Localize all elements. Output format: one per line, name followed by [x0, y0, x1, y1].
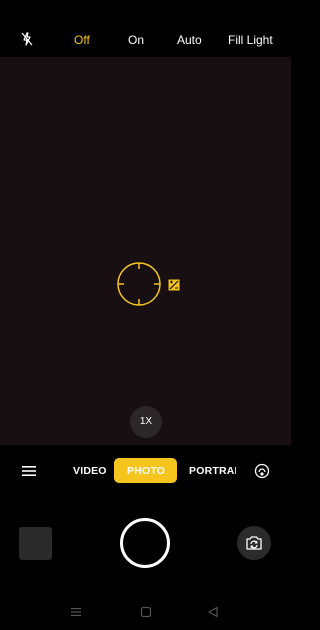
- zoom-button[interactable]: 1X: [130, 406, 162, 438]
- home-icon[interactable]: [139, 605, 153, 619]
- menu-icon[interactable]: [22, 465, 36, 477]
- flash-option-auto[interactable]: Auto: [177, 33, 202, 47]
- recent-apps-icon[interactable]: [69, 605, 83, 619]
- focus-ring-icon: [117, 262, 161, 306]
- exposure-icon[interactable]: [168, 279, 180, 291]
- flash-option-fill-light[interactable]: Fill Light: [228, 33, 273, 47]
- flash-bar: [0, 0, 291, 57]
- flash-option-off[interactable]: Off: [74, 33, 90, 47]
- switch-camera-button[interactable]: [237, 526, 271, 560]
- mode-photo[interactable]: PHOTO: [127, 465, 165, 478]
- viewfinder[interactable]: [0, 57, 291, 445]
- flash-off-icon[interactable]: [18, 30, 36, 48]
- gallery-thumbnail[interactable]: [19, 527, 52, 560]
- mode-video[interactable]: VIDEO: [73, 465, 107, 478]
- shutter-button[interactable]: [120, 518, 170, 568]
- mode-portrait[interactable]: PORTRAIT: [189, 465, 236, 478]
- back-icon[interactable]: [206, 605, 220, 619]
- flash-option-on[interactable]: On: [128, 33, 144, 47]
- lens-icon[interactable]: [254, 463, 270, 479]
- switch-camera-icon: [246, 536, 262, 550]
